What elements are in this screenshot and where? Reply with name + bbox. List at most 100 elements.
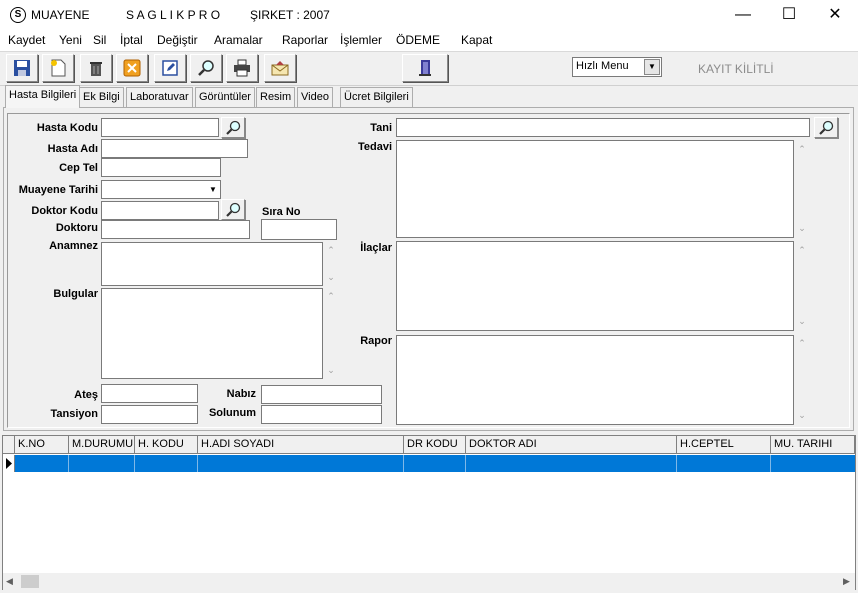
toolbar-cancel-button[interactable]: [116, 54, 148, 82]
tani-label: Tani: [370, 122, 392, 134]
chevron-up-icon: ⌃: [327, 245, 335, 255]
toolbar-delete-button[interactable]: [80, 54, 112, 82]
tani-input[interactable]: [396, 118, 810, 137]
edit-icon: [162, 60, 178, 76]
close-button[interactable]: ✕: [812, 0, 858, 30]
toolbar-search-button[interactable]: [190, 54, 222, 82]
cancel-icon: [123, 59, 141, 77]
exit-door-icon: [419, 60, 431, 76]
tani-search-button[interactable]: [814, 117, 838, 138]
muayene-tarihi-label: Muayene Tarihi: [18, 184, 98, 196]
scroll-right-icon[interactable]: ▶: [843, 576, 850, 587]
toolbar: Hızlı Menu ▼ KAYIT KİLİTLİ: [0, 52, 858, 86]
scrollbar-thumb[interactable]: [21, 575, 39, 588]
grid-col-kno[interactable]: K.NO: [15, 436, 69, 454]
toolbar-print-button[interactable]: [226, 54, 258, 82]
tedavi-textarea[interactable]: [396, 140, 794, 238]
cep-tel-input[interactable]: [101, 158, 221, 177]
grid-cell[interactable]: [404, 455, 466, 472]
sira-no-input[interactable]: [261, 219, 337, 240]
app-name: S A G L I K P R O: [126, 8, 221, 22]
grid-cell[interactable]: [69, 455, 135, 472]
solunum-label: Solunum: [208, 407, 256, 419]
chevron-down-icon[interactable]: ▼: [207, 182, 219, 197]
grid-cell[interactable]: [15, 455, 69, 472]
window-title: MUAYENE: [31, 8, 90, 22]
toolbar-mail-button[interactable]: [264, 54, 296, 82]
search-icon: [198, 60, 214, 76]
grid-col-doktor-adi[interactable]: DOKTOR ADI: [466, 436, 677, 454]
menu-kaydet[interactable]: Kaydet: [8, 33, 45, 47]
doktor-kodu-search-button[interactable]: [221, 199, 245, 220]
grid-cell[interactable]: [198, 455, 404, 472]
grid-col-hceptel[interactable]: H.CEPTEL: [677, 436, 771, 454]
title-bar: S MUAYENE S A G L I K P R O ŞIRKET : 200…: [0, 0, 858, 30]
tab-laboratuvar[interactable]: Laboratuvar: [126, 87, 193, 107]
chevron-down-icon[interactable]: ▼: [644, 59, 660, 75]
minimize-button[interactable]: —: [720, 0, 766, 30]
toolbar-exit-button[interactable]: [402, 54, 448, 82]
rapor-label: Rapor: [360, 335, 392, 347]
toolbar-edit-button[interactable]: [154, 54, 186, 82]
quick-menu-select[interactable]: Hızlı Menu ▼: [572, 57, 662, 77]
records-grid[interactable]: K.NO M.DURUMU H. KODU H.ADI SOYADI DR KO…: [2, 435, 856, 590]
tab-hasta-bilgileri[interactable]: Hasta Bilgileri: [5, 85, 81, 108]
menu-odeme[interactable]: ÖDEME: [396, 33, 440, 47]
toolbar-save-button[interactable]: [6, 54, 38, 82]
bulgular-textarea[interactable]: [101, 288, 323, 379]
anamnez-textarea[interactable]: [101, 242, 323, 286]
tab-resim[interactable]: Resim: [256, 87, 296, 107]
tab-ucret-bilgileri[interactable]: Ücret Bilgileri: [340, 87, 413, 107]
doktor-kodu-input[interactable]: [101, 201, 219, 220]
sira-no-label: Sıra No: [262, 206, 301, 218]
row-pointer-icon: [6, 458, 12, 469]
horizontal-scrollbar[interactable]: ◀ ▶: [3, 573, 855, 590]
grid-col-hkodu[interactable]: H. KODU: [135, 436, 198, 454]
muayene-tarihi-picker[interactable]: ▼: [101, 180, 221, 199]
toolbar-new-button[interactable]: [42, 54, 74, 82]
rapor-textarea[interactable]: [396, 335, 794, 425]
menu-aramalar[interactable]: Aramalar: [214, 33, 263, 47]
menu-kapat[interactable]: Kapat: [461, 33, 492, 47]
menu-raporlar[interactable]: Raporlar: [282, 33, 328, 47]
trash-icon: [90, 62, 102, 76]
menu-islemler[interactable]: İşlemler: [340, 33, 382, 47]
grid-cell[interactable]: [677, 455, 771, 472]
hasta-kodu-search-button[interactable]: [221, 117, 245, 138]
tab-ek-bilgi[interactable]: Ek Bilgi: [79, 87, 124, 107]
menu-degistir[interactable]: Değiştir: [157, 33, 198, 47]
tansiyon-label: Tansiyon: [50, 408, 98, 420]
anamnez-label: Anamnez: [49, 240, 98, 252]
nabiz-input[interactable]: [261, 385, 382, 404]
tab-video[interactable]: Video: [297, 87, 333, 107]
menu-sil[interactable]: Sil: [93, 33, 106, 47]
solunum-input[interactable]: [261, 405, 382, 424]
ilaclar-label: İlaçlar: [360, 242, 392, 254]
menu-yeni[interactable]: Yeni: [59, 33, 82, 47]
chevron-down-icon: ⌄: [798, 316, 806, 326]
chevron-up-icon: ⌃: [798, 338, 806, 348]
ates-input[interactable]: [101, 384, 198, 403]
hasta-adi-input[interactable]: [101, 139, 248, 158]
ilaclar-textarea[interactable]: [396, 241, 794, 331]
doktoru-input[interactable]: [101, 220, 250, 239]
tansiyon-input[interactable]: [101, 405, 198, 424]
menu-bar: Kaydet Yeni Sil İptal Değiştir Aramalar …: [0, 30, 858, 52]
row-indicator: [3, 455, 15, 472]
scroll-left-icon[interactable]: ◀: [6, 576, 13, 587]
grid-cell[interactable]: [466, 455, 677, 472]
grid-col-drkodu[interactable]: DR KODU: [404, 436, 466, 454]
hasta-kodu-label: Hasta Kodu: [36, 122, 98, 134]
grid-col-hadi-soyadi[interactable]: H.ADI SOYADI: [198, 436, 404, 454]
grid-col-mdurumu[interactable]: M.DURUMU: [69, 436, 135, 454]
grid-col-mu-tarihi[interactable]: MU. TARIHI: [771, 436, 855, 454]
grid-cell[interactable]: [135, 455, 198, 472]
hasta-kodu-input[interactable]: [101, 118, 219, 137]
chevron-down-icon: ⌄: [798, 410, 806, 420]
chevron-up-icon: ⌃: [798, 245, 806, 255]
new-document-icon: [51, 59, 66, 77]
menu-iptal[interactable]: İptal: [120, 33, 143, 47]
doktor-kodu-label: Doktor Kodu: [31, 205, 98, 217]
tab-goruntuler[interactable]: Görüntüler: [195, 87, 255, 107]
maximize-button[interactable]: ☐: [766, 0, 812, 30]
